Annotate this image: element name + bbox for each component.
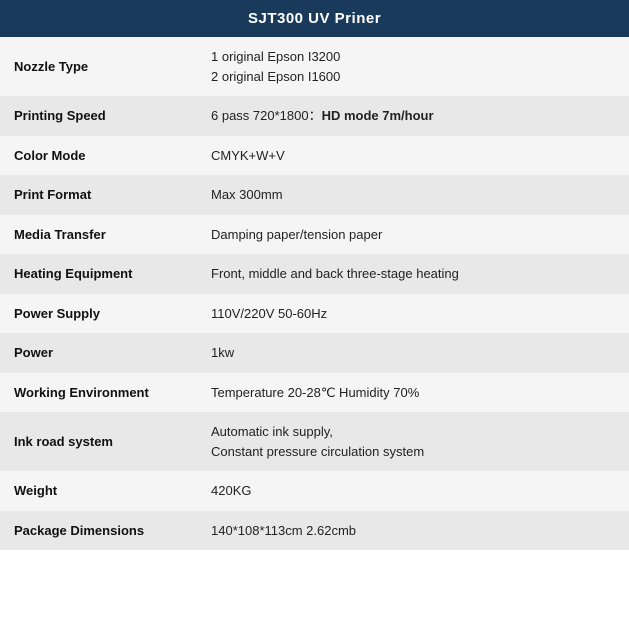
spec-value: 1 original Epson I32002 original Epson I… [197, 37, 629, 96]
spec-label: Print Format [0, 175, 197, 215]
spec-label: Printing Speed [0, 96, 197, 136]
spec-label: Color Mode [0, 136, 197, 176]
spec-table: Nozzle Type1 original Epson I32002 origi… [0, 37, 629, 550]
spec-label: Nozzle Type [0, 37, 197, 96]
spec-label: Weight [0, 471, 197, 511]
spec-label: Power [0, 333, 197, 373]
spec-label: Ink road system [0, 412, 197, 471]
table-row: Package Dimensions140*108*113cm 2.62cmb [0, 511, 629, 551]
table-row: Printing Speed6 pass 720*1800：HD mode 7m… [0, 96, 629, 136]
spec-value: 420KG [197, 471, 629, 511]
table-row: Power1kw [0, 333, 629, 373]
spec-table-container: SJT300 UV Priner Nozzle Type1 original E… [0, 0, 629, 550]
spec-value: Automatic ink supply,Constant pressure c… [197, 412, 629, 471]
spec-label: Media Transfer [0, 215, 197, 255]
table-row: Ink road systemAutomatic ink supply,Cons… [0, 412, 629, 471]
table-row: Color ModeCMYK+W+V [0, 136, 629, 176]
spec-label: Package Dimensions [0, 511, 197, 551]
spec-value: CMYK+W+V [197, 136, 629, 176]
spec-label: Working Environment [0, 373, 197, 413]
spec-value: Front, middle and back three-stage heati… [197, 254, 629, 294]
spec-label: Power Supply [0, 294, 197, 334]
table-title: SJT300 UV Priner [0, 0, 629, 37]
spec-value: Max 300mm [197, 175, 629, 215]
spec-value: 110V/220V 50-60Hz [197, 294, 629, 334]
spec-value: Temperature 20-28℃ Humidity 70% [197, 373, 629, 413]
spec-value: 140*108*113cm 2.62cmb [197, 511, 629, 551]
spec-value: 6 pass 720*1800：HD mode 7m/hour [197, 96, 629, 136]
table-row: Print FormatMax 300mm [0, 175, 629, 215]
spec-label: Heating Equipment [0, 254, 197, 294]
table-row: Power Supply110V/220V 50-60Hz [0, 294, 629, 334]
spec-value: Damping paper/tension paper [197, 215, 629, 255]
table-row: Weight420KG [0, 471, 629, 511]
table-row: Heating EquipmentFront, middle and back … [0, 254, 629, 294]
table-row: Nozzle Type1 original Epson I32002 origi… [0, 37, 629, 96]
table-row: Working EnvironmentTemperature 20-28℃ Hu… [0, 373, 629, 413]
spec-value: 1kw [197, 333, 629, 373]
table-row: Media TransferDamping paper/tension pape… [0, 215, 629, 255]
